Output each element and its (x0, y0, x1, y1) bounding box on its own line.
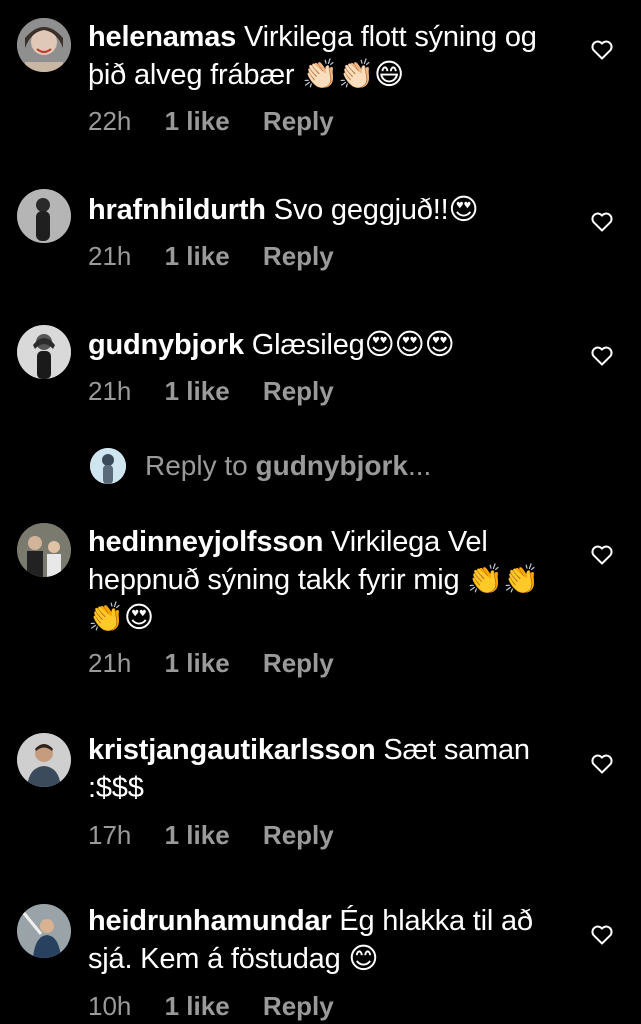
reply-to-username: gudnybjork (255, 450, 408, 481)
avatar[interactable] (17, 523, 71, 577)
heart-outline-icon[interactable] (590, 923, 614, 947)
comment-meta: 21h 1 like Reply (88, 241, 360, 272)
comment-time: 21h (88, 648, 132, 678)
comment-username[interactable]: gudnybjork (88, 329, 244, 361)
avatar (90, 448, 126, 484)
comment-likes[interactable]: 1 like (165, 376, 230, 407)
comment-meta: 17h 1 like Reply (88, 820, 360, 851)
comment-text: helenamas Virkilega flott sýning og þið … (88, 18, 558, 94)
reply-to-label[interactable]: Reply to gudnybjork... (145, 450, 431, 482)
comment-time: 17h (88, 820, 132, 850)
reply-button[interactable]: Reply (263, 820, 334, 851)
comment-meta: 21h 1 like Reply (88, 648, 360, 679)
reply-button[interactable]: Reply (263, 991, 334, 1022)
reply-button[interactable]: Reply (263, 106, 334, 137)
avatar[interactable] (17, 325, 71, 379)
comment-likes[interactable]: 1 like (165, 820, 230, 851)
reply-to-prefix: Reply to (145, 450, 248, 481)
comment-body: Svo geggjuð!!😍 (273, 194, 479, 226)
comment-likes[interactable]: 1 like (165, 106, 230, 137)
comment-likes[interactable]: 1 like (165, 991, 230, 1022)
comment-time: 21h (88, 376, 132, 406)
comment-username[interactable]: kristjangautikarlsson (88, 734, 376, 766)
avatar[interactable] (17, 733, 71, 787)
avatar[interactable] (17, 189, 71, 243)
comment-body: Glæsileg😍😍😍 (251, 329, 455, 361)
reply-button[interactable]: Reply (263, 376, 334, 407)
reply-button[interactable]: Reply (263, 648, 334, 679)
heart-outline-icon[interactable] (590, 210, 614, 234)
heart-outline-icon[interactable] (590, 543, 614, 567)
comment-username[interactable]: hedinneyjolfsson (88, 526, 323, 558)
comment-text: kristjangautikarlsson Sæt saman :$$$ (88, 731, 558, 807)
comment-text: gudnybjork Glæsileg😍😍😍 (88, 326, 558, 364)
comment-likes[interactable]: 1 like (165, 648, 230, 679)
reply-to-suffix: ... (407, 450, 432, 481)
comment-time: 22h (88, 106, 132, 136)
comment-username[interactable]: helenamas (88, 21, 236, 53)
comment-username[interactable]: heidrunhamundar (88, 905, 332, 937)
comment-time: 21h (88, 241, 132, 271)
avatar[interactable] (17, 904, 71, 958)
comment-text: heidrunhamundar Ég hlakka til að sjá. Ke… (88, 902, 558, 978)
comment-likes[interactable]: 1 like (165, 241, 230, 272)
comment-meta: 10h 1 like Reply (88, 991, 360, 1022)
heart-outline-icon[interactable] (590, 752, 614, 776)
reply-button[interactable]: Reply (263, 241, 334, 272)
comment-text: hedinneyjolfsson Virkilega Vel heppnuð s… (88, 523, 558, 637)
heart-outline-icon[interactable] (590, 344, 614, 368)
heart-outline-icon[interactable] (590, 38, 614, 62)
comment-time: 10h (88, 991, 132, 1021)
comment-meta: 22h 1 like Reply (88, 106, 360, 137)
comment-username[interactable]: hrafnhildurth (88, 194, 266, 226)
comment-meta: 21h 1 like Reply (88, 376, 360, 407)
avatar[interactable] (17, 18, 71, 72)
comment-text: hrafnhildurth Svo geggjuð!!😍 (88, 191, 558, 229)
